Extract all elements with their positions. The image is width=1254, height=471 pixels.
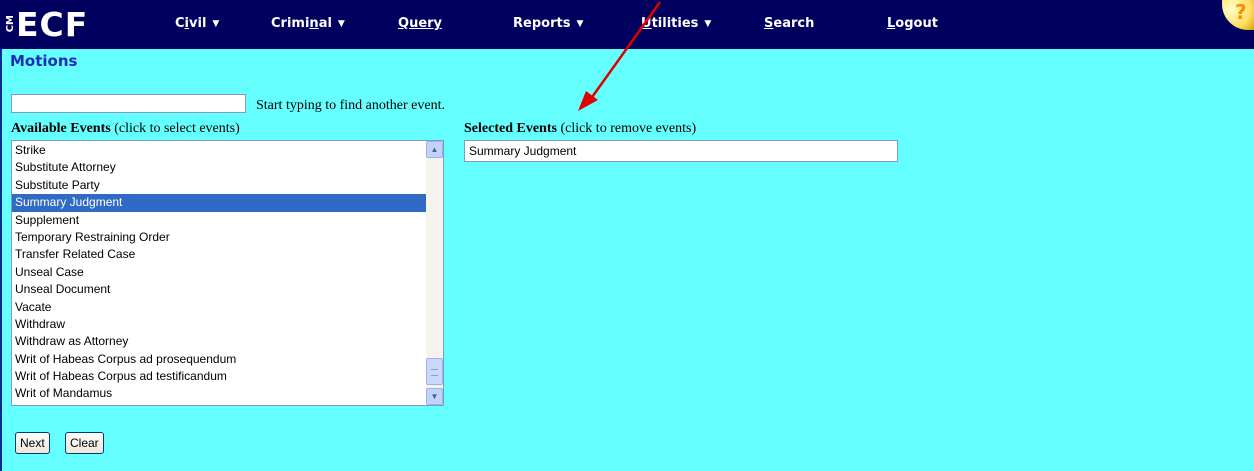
menu-utilities-accesskey: U [641, 16, 652, 31]
search-hint: Start typing to find another event. [256, 98, 445, 113]
selected-events-list[interactable]: Summary Judgment [464, 140, 898, 162]
menu-criminal[interactable]: Criminal ▼ [271, 16, 345, 31]
help-icon: ? [1235, 0, 1247, 24]
list-item[interactable]: Strike [12, 142, 426, 159]
menu-search-text: earch [773, 16, 815, 31]
menu-query-text: uery [409, 16, 443, 31]
cmecf-logo[interactable]: CM ECF [5, 4, 89, 44]
list-item[interactable]: Substitute Party [12, 177, 426, 194]
menu-logout-text: ogout [895, 16, 938, 31]
available-events-items: Strike Substitute Attorney Substitute Part… [12, 142, 426, 403]
scroll-thumb[interactable] [426, 358, 443, 385]
logo-ecf: ECF [16, 4, 89, 44]
list-item[interactable]: Withdraw as Attorney [12, 333, 426, 350]
list-item[interactable]: Temporary Restraining Order [12, 229, 426, 246]
selected-events-label-hint: (click to remove events) [556, 121, 697, 136]
menu-search-accesskey: S [764, 16, 774, 31]
list-item[interactable]: Substitute Attorney [12, 159, 426, 176]
clear-button[interactable]: Clear [65, 432, 104, 454]
list-item[interactable]: Writ of Habeas Corpus ad testificandum [12, 368, 426, 385]
menu-bar: CM ECF Civil ▼ Criminal ▼ Query Reports ▼ U… [0, 0, 1254, 49]
menu-criminal-accesskey: n [309, 16, 319, 31]
annotation-arrow-head [578, 91, 598, 111]
selected-events-label-bold: Selected Events [464, 121, 557, 136]
menu-civil-text-pre: C [175, 16, 185, 31]
menu-civil[interactable]: Civil ▼ [175, 16, 219, 31]
chevron-down-icon: ▼ [212, 19, 220, 29]
list-scrollbar[interactable]: ▲ ▼ [426, 141, 443, 405]
logo-cm: CM [5, 15, 16, 33]
selected-event-item[interactable]: Summary Judgment [469, 144, 576, 158]
chevron-down-icon: ▼ [576, 19, 584, 29]
list-item[interactable]: Transfer Related Case [12, 246, 426, 263]
chevron-down-icon: ▼ [704, 19, 712, 29]
available-events-label-hint: (click to select events) [110, 121, 240, 136]
scroll-down-button[interactable]: ▼ [426, 388, 443, 405]
menu-reports[interactable]: Reports ▼ [513, 16, 583, 31]
list-item[interactable]: Vacate [12, 299, 426, 316]
available-events-label: Available Events (click to select events… [11, 121, 240, 137]
menu-utilities-text: tilities [651, 16, 699, 31]
chevron-down-icon: ▼ [430, 392, 439, 401]
page-title: Motions [10, 52, 78, 70]
list-item[interactable]: Writ of Mandamus [12, 385, 426, 402]
list-item[interactable]: Withdraw [12, 316, 426, 333]
menu-reports-text: Reports [513, 16, 571, 31]
chevron-up-icon: ▲ [430, 145, 439, 154]
menu-utilities[interactable]: Utilities ▼ [641, 16, 711, 31]
menu-search[interactable]: Search [764, 16, 814, 31]
event-search-input[interactable] [11, 94, 246, 113]
selected-events-label: Selected Events (click to remove events) [464, 121, 696, 137]
list-item[interactable]: Unseal Case [12, 264, 426, 281]
available-events-label-bold: Available Events [11, 121, 111, 136]
next-button[interactable]: Next [15, 432, 50, 454]
list-item[interactable]: Summary Judgment [12, 194, 426, 212]
menu-civil-text-post: vil [189, 16, 207, 31]
menu-query[interactable]: Query [398, 16, 442, 31]
list-item[interactable]: Supplement [12, 212, 426, 229]
menu-criminal-text-pre: Crimi [271, 16, 310, 31]
list-item[interactable]: Writ of Habeas Corpus ad prosequendum [12, 351, 426, 368]
help-button[interactable]: ? [1222, 0, 1254, 30]
scroll-up-button[interactable]: ▲ [426, 141, 443, 158]
menu-criminal-text-post: al [318, 16, 332, 31]
available-events-list[interactable]: Strike Substitute Attorney Substitute Part… [11, 140, 444, 406]
list-item[interactable]: Unseal Document [12, 281, 426, 298]
left-border [0, 49, 2, 471]
chevron-down-icon: ▼ [337, 19, 345, 29]
menu-query-accesskey: Q [398, 16, 410, 31]
menu-logout[interactable]: Logout [887, 16, 938, 31]
